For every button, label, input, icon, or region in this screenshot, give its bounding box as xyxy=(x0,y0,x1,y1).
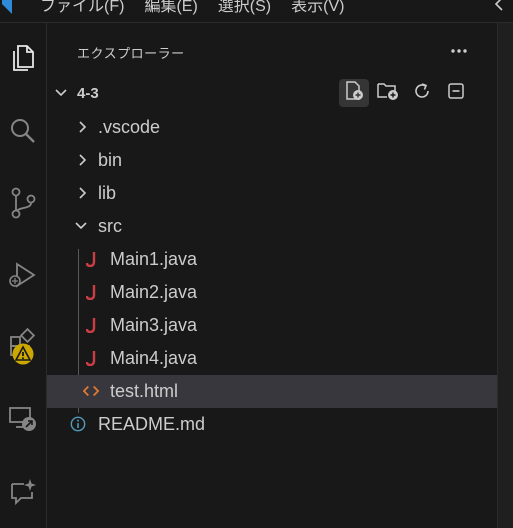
chevron-down-icon xyxy=(73,218,89,239)
source-control-button[interactable] xyxy=(0,181,46,229)
menu-items: ファイル(F) 編集(E) 選択(S) 表示(V) xyxy=(40,0,344,16)
explorer-icon xyxy=(9,43,37,76)
menu-bar: ファイル(F) 編集(E) 選択(S) 表示(V) xyxy=(0,0,513,23)
source-control-icon xyxy=(9,187,37,224)
chevron-right-icon xyxy=(75,119,91,140)
tree-item-label: lib xyxy=(98,183,117,203)
tree-item-label: Main3.java xyxy=(110,315,198,335)
java-file-icon xyxy=(84,350,100,366)
explorer-button[interactable] xyxy=(0,35,46,83)
warning-badge-icon xyxy=(12,343,34,370)
info-file-icon xyxy=(70,416,86,432)
activity-bar xyxy=(0,23,47,528)
chat-button[interactable] xyxy=(0,469,46,517)
collapse-all-button[interactable] xyxy=(441,79,471,107)
tree-item-main4-java[interactable]: Main4.java xyxy=(47,342,497,375)
search-icon xyxy=(9,117,37,150)
refresh-button[interactable] xyxy=(407,79,437,107)
run-debug-button[interactable] xyxy=(0,253,46,301)
tree-item-main2-java[interactable]: Main2.java xyxy=(47,276,497,309)
tree-item-label: .vscode xyxy=(98,117,161,137)
tree-item-label: Main4.java xyxy=(110,348,198,368)
tree-item-label: Main2.java xyxy=(110,282,198,302)
workspace-folder-header[interactable]: 4-3 xyxy=(47,79,497,107)
menu-edit[interactable]: 編集(E) xyxy=(144,0,197,16)
menu-selection[interactable]: 選択(S) xyxy=(218,0,271,16)
tree-item-label: README.md xyxy=(98,414,206,434)
vscode-logo-icon xyxy=(0,0,14,21)
tree-item-bin-folder[interactable]: bin xyxy=(47,144,497,177)
java-file-icon xyxy=(84,251,100,267)
tree-item-test-html[interactable]: test.html xyxy=(47,375,497,408)
remote-explorer-icon xyxy=(8,405,38,438)
html-file-icon xyxy=(83,383,99,399)
tree-item-label: test.html xyxy=(110,381,179,401)
folder-actions xyxy=(339,79,471,107)
new-folder-icon xyxy=(376,80,400,107)
run-debug-icon xyxy=(8,260,38,295)
editor-area-edge xyxy=(497,23,513,528)
java-file-icon xyxy=(84,317,100,333)
tree-item-src-folder[interactable]: src xyxy=(47,210,497,243)
tree-item-label: src xyxy=(98,216,122,236)
search-button[interactable] xyxy=(0,109,46,157)
java-file-icon xyxy=(84,284,100,300)
menu-view[interactable]: 表示(V) xyxy=(291,0,344,16)
collapse-all-icon xyxy=(446,81,466,106)
tree-item-vscode-folder[interactable]: .vscode xyxy=(47,111,497,144)
chevron-right-icon xyxy=(75,185,91,206)
workspace-folder-name: 4-3 xyxy=(77,85,99,102)
tree-item-lib-folder[interactable]: lib xyxy=(47,177,497,210)
tree-item-main1-java[interactable]: Main1.java xyxy=(47,243,497,276)
remote-explorer-button[interactable] xyxy=(0,397,46,445)
ellipsis-icon xyxy=(450,41,468,59)
menu-file[interactable]: ファイル(F) xyxy=(40,0,124,16)
tree-item-readme-md[interactable]: README.md xyxy=(47,408,497,441)
tree-item-label: bin xyxy=(98,150,123,170)
more-actions-button[interactable] xyxy=(445,39,473,61)
new-file-icon xyxy=(343,80,365,107)
new-file-button[interactable] xyxy=(339,79,369,107)
refresh-icon xyxy=(412,81,432,106)
chevron-down-icon xyxy=(53,85,69,106)
chevron-right-icon xyxy=(75,152,91,173)
new-folder-button[interactable] xyxy=(373,79,403,107)
chat-icon xyxy=(8,476,38,511)
explorer-sidebar: エクスプローラー 4-3 .vscode bin lib src Main1.j… xyxy=(47,23,497,528)
tree-item-main3-java[interactable]: Main3.java xyxy=(47,309,497,342)
sidebar-title: エクスプローラー xyxy=(77,46,185,61)
tree-item-label: Main1.java xyxy=(110,249,198,269)
chevron-left-icon[interactable] xyxy=(493,0,505,19)
